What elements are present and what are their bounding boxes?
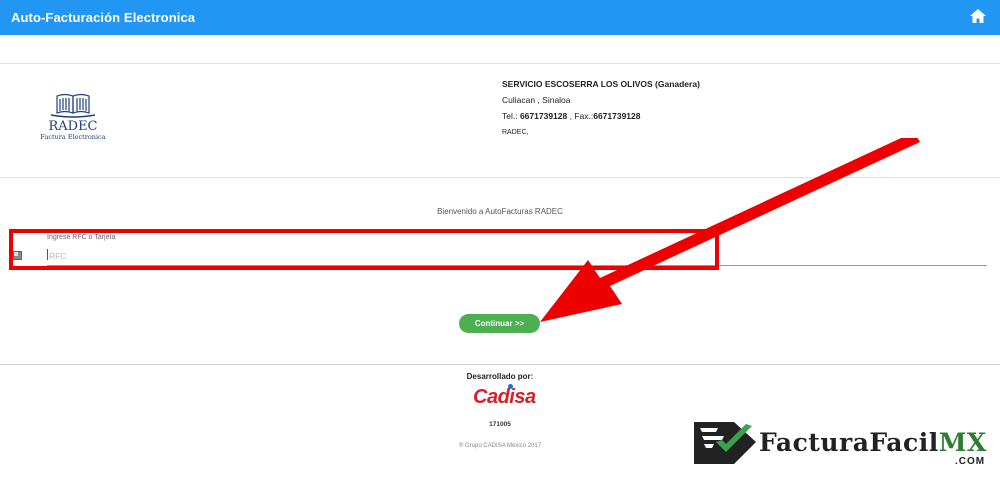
radec-logo: RADEC Factura Electronica: [33, 93, 115, 143]
facturafacil-domain: .COM: [955, 456, 986, 467]
cadisa-logo-dot: [508, 384, 513, 389]
company-info: SERVICIO ESCOSERRA LOS OLIVOS (Ganadera)…: [502, 76, 700, 141]
company-contact: Tel.: 6671739128 , Fax.:6671739128: [502, 111, 641, 121]
developed-by-label: Desarrollado por:: [466, 372, 534, 381]
company-location: Culiacan , Sinaloa: [502, 95, 571, 105]
svg-text:RADEC: RADEC: [48, 119, 97, 134]
svg-text:Factura Electronica: Factura Electronica: [40, 133, 105, 141]
divider: [0, 63, 1000, 64]
facturafacil-wordmark: FacturaFacilMX: [759, 428, 987, 457]
continue-button[interactable]: Continuar >>: [459, 314, 540, 333]
footer-divider: [0, 364, 1000, 365]
home-icon[interactable]: [969, 8, 987, 24]
cadisa-logo: Cadisa: [473, 386, 536, 408]
app-header: Auto-Facturación Electronica: [0, 0, 1000, 35]
company-name: SERVICIO ESCOSERRA LOS OLIVOS (Ganadera): [502, 79, 700, 89]
arrow-annotation: [540, 138, 920, 322]
app-title: Auto-Facturación Electronica: [11, 10, 196, 25]
